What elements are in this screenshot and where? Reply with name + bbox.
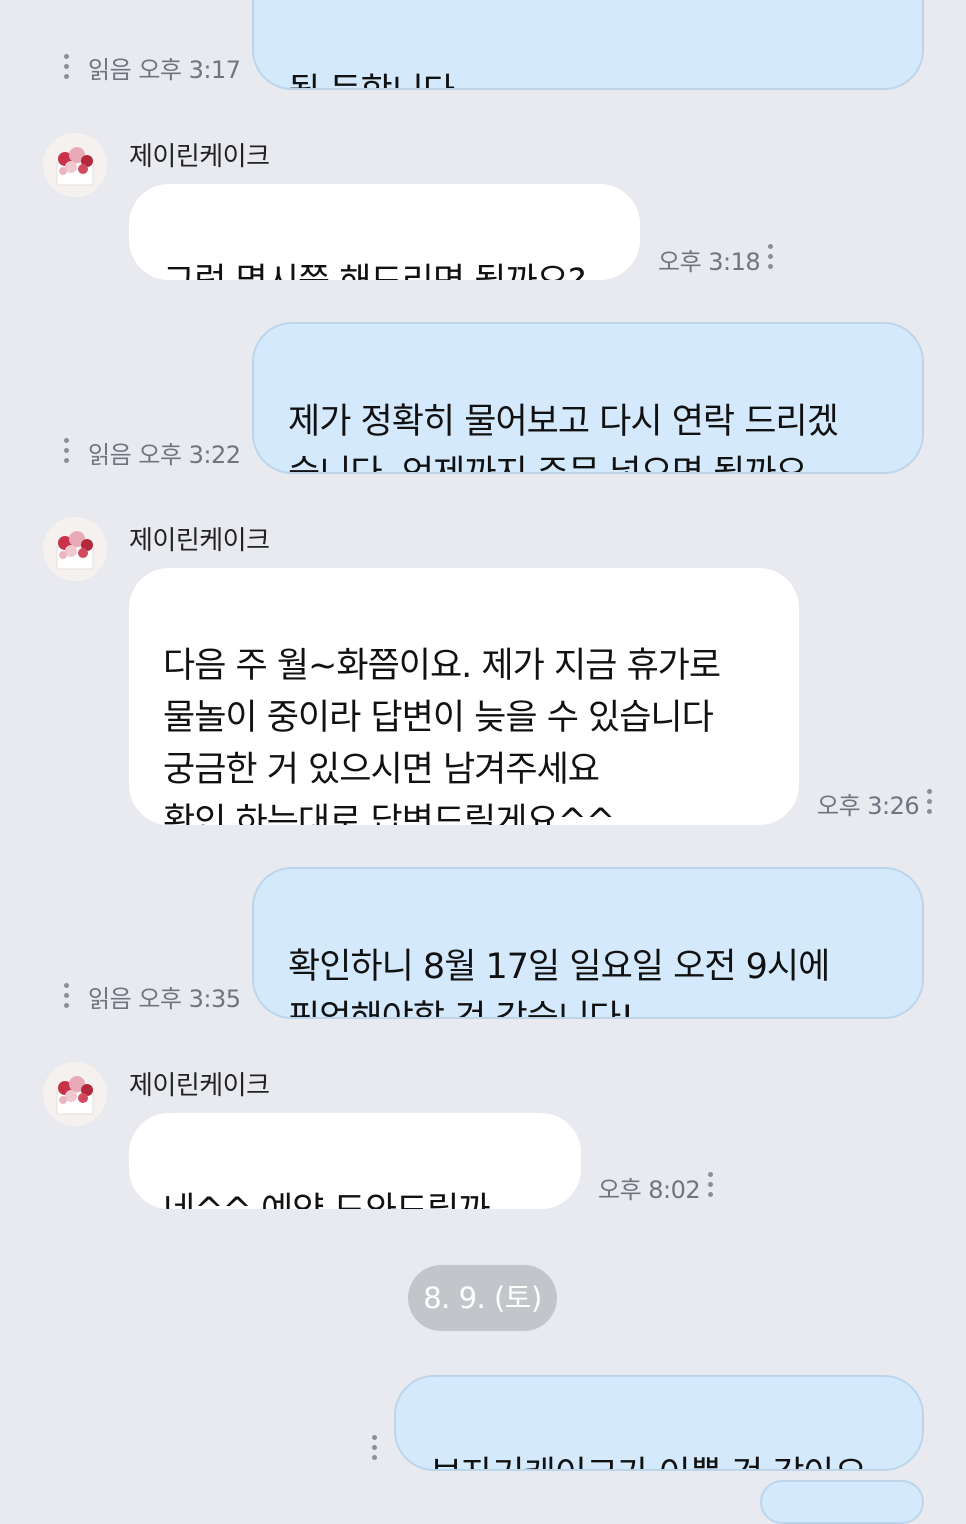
their-message-bubble[interactable]: 그럼 몇시쯤 해드리면 될까요? — [129, 184, 640, 280]
message-text: 제가 정확히 물어보고 다시 연락 드리겠 습니다. 언제까지 주문 넣으면 될… — [288, 402, 839, 474]
message-text: 보자기케이크가 이쁠 것 같아요 — [430, 1455, 867, 1469]
message-text: 다음 주 월~화쯤이요. 제가 지금 휴가로 물놀이 중이라 답변이 늦을 수 … — [163, 646, 721, 825]
their-message-bubble[interactable]: 다음 주 월~화쯤이요. 제가 지금 휴가로 물놀이 중이라 답변이 늦을 수 … — [129, 568, 799, 825]
message-time: 오후 3:26 — [817, 792, 920, 820]
avatar[interactable] — [43, 517, 107, 581]
read-receipt: 읽음 오후 3:35 — [88, 985, 241, 1013]
flower-cake-avatar-icon — [43, 133, 107, 197]
message-text: 확인하니 8월 17일 일요일 오전 9시에 픽업해야할 것 같습니다! — [288, 947, 830, 1019]
message-time: 오후 3:17 — [138, 56, 241, 84]
date-divider: 8. 9. (토) — [408, 1265, 557, 1331]
message-time: 오후 3:35 — [138, 985, 241, 1013]
more-options-icon[interactable] — [64, 54, 70, 84]
next-message-bubble-partial — [760, 1480, 924, 1524]
message-time: 오후 8:02 — [598, 1176, 701, 1204]
my-message-bubble[interactable]: 확인하니 8월 17일 일요일 오전 9시에 픽업해야할 것 같습니다! — [252, 867, 924, 1019]
sender-name: 제이린케이크 — [129, 1071, 270, 1101]
more-options-icon[interactable] — [372, 1435, 378, 1465]
read-receipt: 읽음 오후 3:17 — [88, 56, 241, 84]
more-options-icon[interactable] — [927, 789, 933, 819]
my-message-bubble[interactable]: 될 듯합니다 — [252, 0, 924, 90]
message-text: 될 듯합니다 — [288, 72, 455, 88]
more-options-icon[interactable] — [708, 1172, 714, 1202]
message-time: 오후 3:18 — [658, 248, 761, 276]
read-receipt: 읽음 오후 3:22 — [88, 441, 241, 469]
more-options-icon[interactable] — [64, 983, 70, 1013]
sender-name: 제이린케이크 — [129, 526, 270, 556]
avatar[interactable] — [43, 1062, 107, 1126]
sender-name: 제이린케이크 — [129, 142, 270, 172]
avatar[interactable] — [43, 133, 107, 197]
my-message-bubble[interactable]: 보자기케이크가 이쁠 것 같아요 — [394, 1375, 924, 1471]
their-message-bubble[interactable]: 네^^ 예약 도와드릴까요?? — [129, 1113, 581, 1209]
flower-cake-avatar-icon — [43, 517, 107, 581]
my-message-bubble[interactable]: 제가 정확히 물어보고 다시 연락 드리겠 습니다. 언제까지 주문 넣으면 될… — [252, 322, 924, 474]
message-text: 네^^ 예약 도와드릴까요?? — [163, 1191, 491, 1209]
flower-cake-avatar-icon — [43, 1062, 107, 1126]
more-options-icon[interactable] — [64, 438, 70, 468]
more-options-icon[interactable] — [768, 244, 774, 274]
message-text: 그럼 몇시쯤 해드리면 될까요? — [163, 262, 586, 280]
message-time: 오후 3:22 — [138, 441, 241, 469]
